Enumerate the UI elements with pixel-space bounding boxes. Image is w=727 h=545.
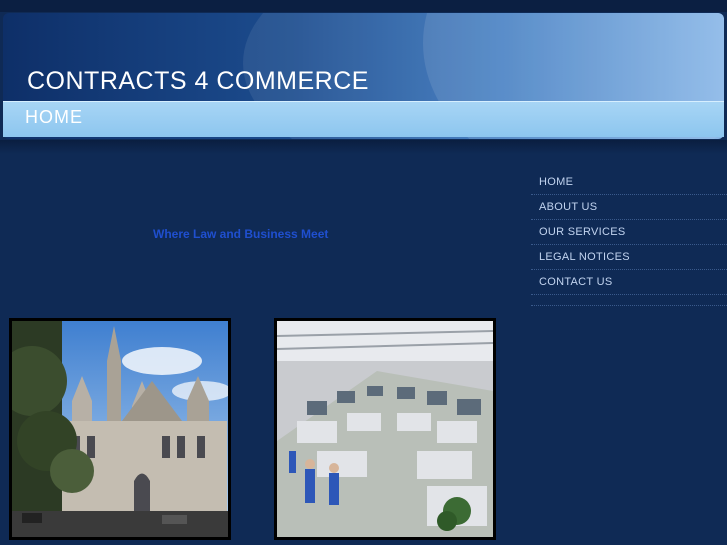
factory-illustration (277, 321, 493, 537)
courthouse-photo (9, 318, 231, 540)
nav-item-contact-us[interactable]: CONTACT US (531, 270, 727, 295)
nav-divider (531, 295, 727, 306)
banner-shadow (0, 140, 727, 154)
top-bar (0, 0, 727, 12)
page-title: HOME (25, 107, 83, 127)
nav-item-legal-notices[interactable]: LEGAL NOTICES (531, 245, 727, 270)
nav-item-our-services[interactable]: OUR SERVICES (531, 220, 727, 245)
nav-item-home[interactable]: HOME (531, 170, 727, 195)
tagline: Where Law and Business Meet (153, 227, 329, 241)
side-navigation: HOME ABOUT US OUR SERVICES LEGAL NOTICES… (531, 170, 727, 306)
site-title: CONTRACTS 4 COMMERCE (27, 67, 369, 95)
nav-item-about-us[interactable]: ABOUT US (531, 195, 727, 220)
factory-floor-photo (274, 318, 496, 540)
page-title-strip: HOME (3, 101, 724, 137)
courthouse-illustration (12, 321, 228, 537)
